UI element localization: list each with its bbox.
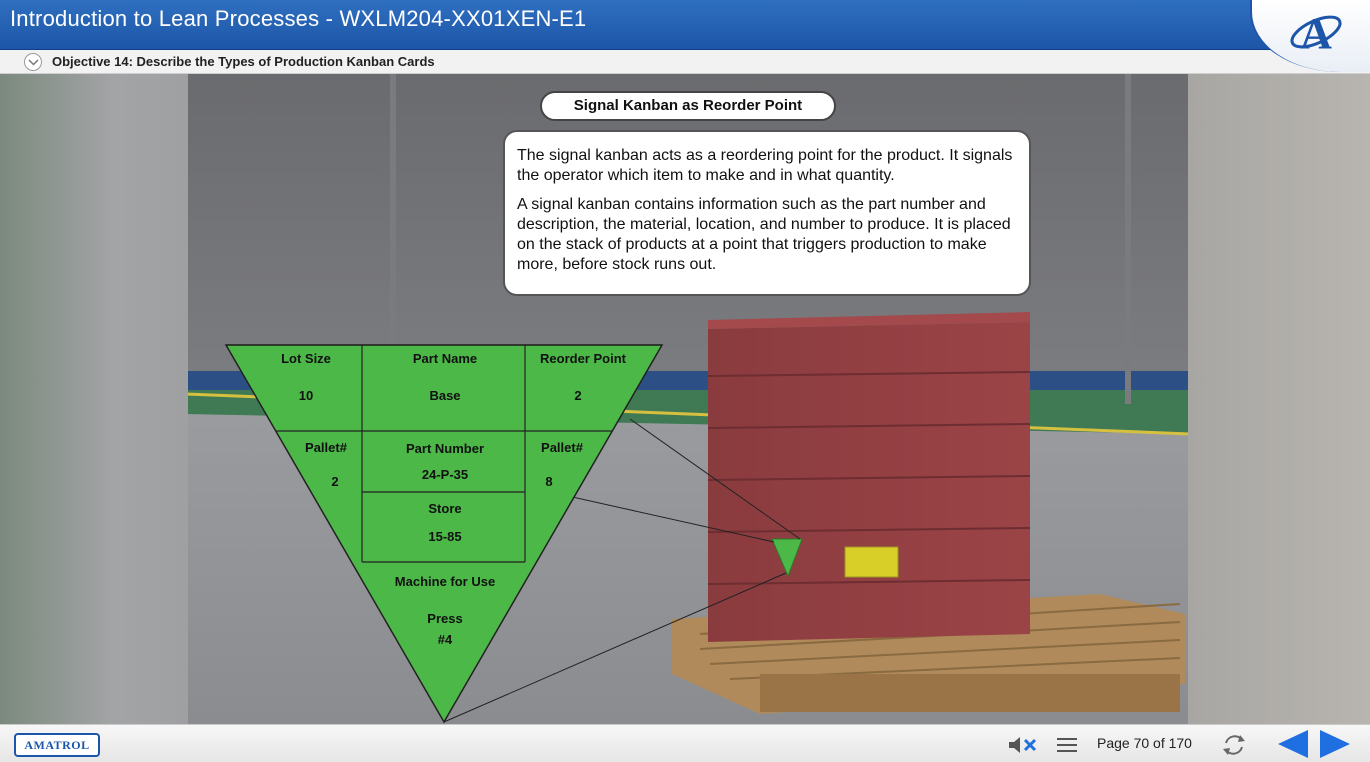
store-label: Store xyxy=(428,501,462,516)
slide-title: Signal Kanban as Reorder Point xyxy=(540,91,836,121)
reorder-point-value: 2 xyxy=(574,388,582,403)
explanation-callout: The signal kanban acts as a reordering p… xyxy=(503,130,1031,296)
svg-text:A: A xyxy=(1300,9,1332,58)
callout-paragraph-1: The signal kanban acts as a reordering p… xyxy=(517,147,1013,184)
menu-icon[interactable] xyxy=(1055,735,1079,755)
pallet-right-value: 8 xyxy=(545,474,553,489)
machine-value-line2: #4 xyxy=(437,632,453,647)
amatrol-logo: AMATROL xyxy=(14,733,100,757)
callout-paragraph-2: A signal kanban contains information suc… xyxy=(517,196,1011,273)
objective-text: Objective 14: Describe the Types of Prod… xyxy=(52,54,435,69)
pallet-left-value: 2 xyxy=(331,474,339,489)
part-name-value: Base xyxy=(429,388,461,403)
title-bar: Introduction to Lean Processes - WXLM204… xyxy=(0,0,1370,50)
footer-bar: AMATROL Page 70 of 170 xyxy=(0,724,1370,762)
pallet-left-label: Pallet# xyxy=(305,440,347,455)
lot-size-label: Lot Size xyxy=(281,351,331,366)
reorder-point-label: Reorder Point xyxy=(540,351,626,366)
lot-size-value: 10 xyxy=(298,388,314,403)
pallet-right-label: Pallet# xyxy=(541,440,583,455)
next-arrow-icon[interactable] xyxy=(1318,728,1352,760)
warehouse-scene: Signal Kanban as Reorder Point The signa… xyxy=(0,74,1370,724)
objective-bar[interactable]: Objective 14: Describe the Types of Prod… xyxy=(0,50,1370,74)
machine-label: Machine for Use xyxy=(394,574,496,589)
part-name-label: Part Name xyxy=(412,351,478,366)
part-number-value: 24-P-35 xyxy=(421,467,469,482)
replay-icon[interactable] xyxy=(1220,731,1248,759)
store-value: 15-85 xyxy=(428,529,462,544)
page-indicator: Page 70 of 170 xyxy=(1097,735,1192,751)
course-title: Introduction to Lean Processes - WXLM204… xyxy=(10,6,587,31)
chevron-down-icon[interactable] xyxy=(24,53,42,71)
machine-value-line1: Press xyxy=(427,611,463,626)
prev-arrow-icon[interactable] xyxy=(1276,728,1310,760)
mute-icon[interactable] xyxy=(1007,734,1041,756)
part-number-label: Part Number xyxy=(405,441,485,456)
